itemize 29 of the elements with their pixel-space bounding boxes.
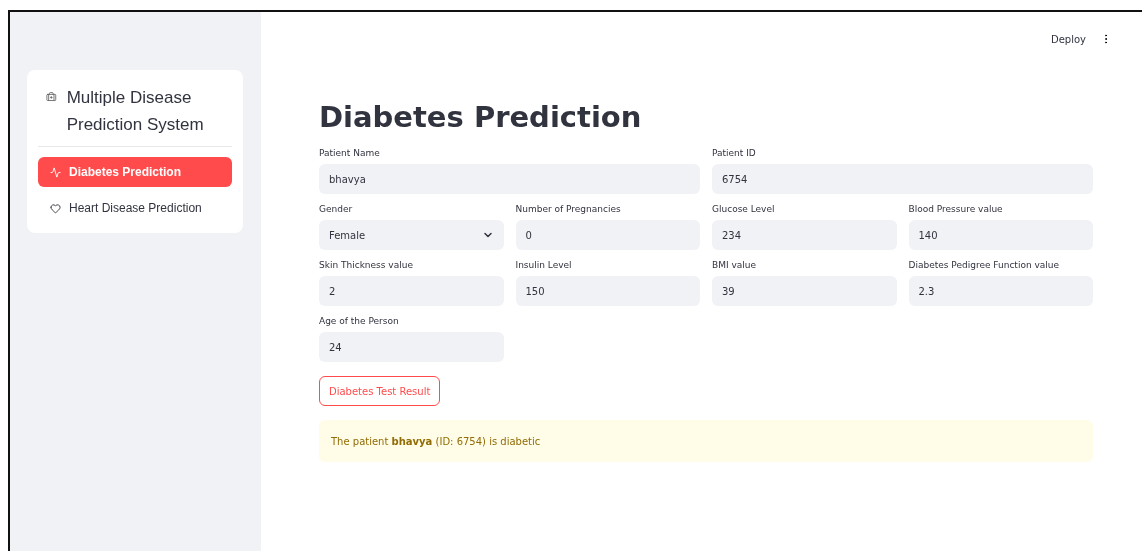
input-field[interactable]: bhavya [319, 164, 700, 194]
input-field[interactable]: 2.3 [908, 276, 1093, 306]
field-label: Number of Pregnancies [515, 204, 622, 214]
field-label: Skin Thickness value [319, 260, 414, 270]
sidebar-title: Multiple Disease Prediction System [66, 87, 205, 136]
field-label: Insulin Level [515, 260, 573, 270]
deploy-button[interactable]: Deploy [1049, 31, 1088, 47]
field-label: Patient ID [712, 148, 757, 158]
input-field[interactable]: 39 [712, 276, 897, 306]
input-field[interactable]: 2 [319, 276, 504, 306]
input-field[interactable]: 6754 [712, 164, 1093, 194]
nav-item[interactable]: Heart Disease Prediction [38, 193, 232, 223]
field-label: Age of the Person [319, 316, 400, 326]
pulse-icon [50, 166, 61, 178]
field-label: Diabetes Pedigree Function value [908, 260, 1061, 270]
heart-icon [50, 202, 61, 214]
field-label: Blood Pressure value [908, 204, 1004, 214]
select-field[interactable]: Female [319, 220, 504, 250]
input-field[interactable]: 24 [319, 332, 504, 362]
page-title: Diabetes Prediction [319, 100, 643, 134]
field-label: Patient Name [319, 148, 381, 158]
field-label: Gender [319, 204, 354, 214]
input-field[interactable]: 150 [515, 276, 700, 306]
input-field[interactable]: 0 [515, 220, 700, 250]
field-label: Glucose Level [712, 204, 776, 214]
result-message: The patient bhavya (ID: 6754) is diabetic [331, 435, 541, 447]
field-label: BMI value [712, 260, 758, 270]
input-field[interactable]: 234 [712, 220, 897, 250]
input-field[interactable]: 140 [908, 220, 1093, 250]
